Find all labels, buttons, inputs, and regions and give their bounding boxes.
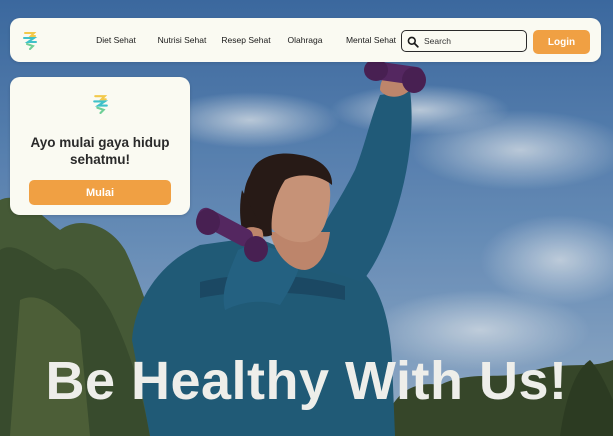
nav-link-nutrisi-sehat[interactable]: Nutrisi Sehat bbox=[150, 35, 214, 45]
promo-card: Ayo mulai gaya hidup sehatmu! Mulai bbox=[10, 77, 190, 215]
search-box[interactable] bbox=[401, 30, 527, 52]
leaf-logo-icon[interactable] bbox=[22, 30, 38, 50]
hero-title: Be Healthy With Us! bbox=[45, 351, 568, 411]
nav-link-resep-sehat[interactable]: Resep Sehat bbox=[214, 35, 278, 45]
leaf-logo-icon bbox=[92, 93, 109, 114]
promo-heading: Ayo mulai gaya hidup sehatmu! bbox=[30, 135, 170, 167]
nav-link-diet-sehat[interactable]: Diet Sehat bbox=[82, 35, 150, 45]
start-button[interactable]: Mulai bbox=[29, 180, 171, 205]
login-button[interactable]: Login bbox=[533, 30, 590, 54]
nav-links: Diet Sehat Nutrisi Sehat Resep Sehat Ola… bbox=[82, 18, 410, 62]
top-navbar: Diet Sehat Nutrisi Sehat Resep Sehat Ola… bbox=[10, 18, 601, 62]
nav-link-mental-sehat[interactable]: Mental Sehat bbox=[332, 35, 410, 45]
nav-link-olahraga[interactable]: Olahraga bbox=[278, 35, 332, 45]
search-icon bbox=[407, 35, 419, 48]
search-input[interactable] bbox=[424, 36, 519, 46]
